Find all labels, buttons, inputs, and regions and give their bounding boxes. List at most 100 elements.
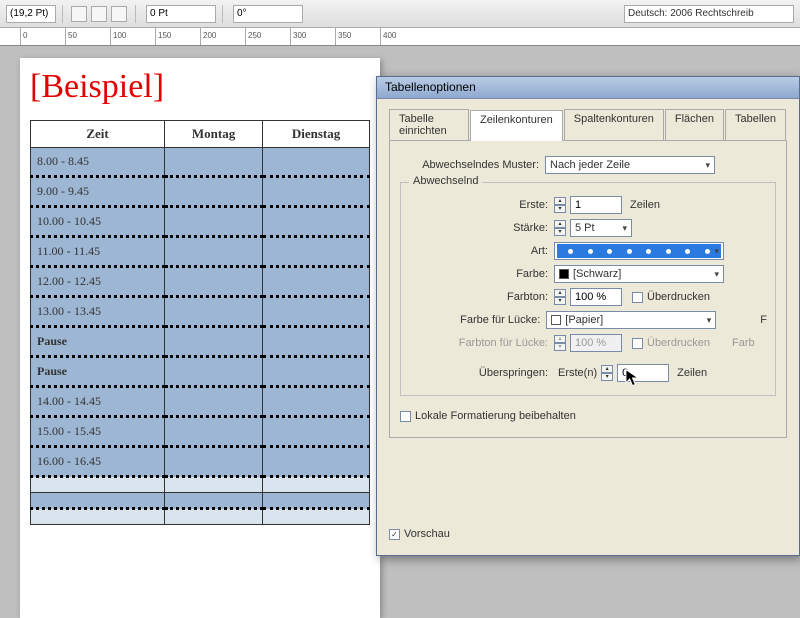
table-cell[interactable]: 15.00 - 15.45 xyxy=(31,417,165,447)
table-cell[interactable] xyxy=(263,509,370,525)
tab-panel-zeilenkonturen: Abwechselndes Muster: Nach jeder Zeile A… xyxy=(389,141,787,438)
alternating-group: Abwechselnd Erste: ▴▾ Zeilen Stärke: ▴▾ xyxy=(400,182,776,396)
staerke-select[interactable]: 5 Pt xyxy=(570,219,632,237)
farbe-label: Farbe: xyxy=(409,268,554,280)
farbe-luecke-swatch xyxy=(551,315,561,325)
table-header: Dienstag xyxy=(263,121,370,148)
table-cell[interactable] xyxy=(165,177,263,207)
table-cell[interactable] xyxy=(263,207,370,237)
table-cell[interactable] xyxy=(165,493,263,509)
table-cell[interactable] xyxy=(31,477,165,493)
document-canvas: [Beispiel] ZeitMontagDienstag 8.00 - 8.4… xyxy=(0,46,800,600)
staerke-label: Stärke: xyxy=(409,222,554,234)
table-cell[interactable] xyxy=(165,148,263,177)
farbton-luecke-input xyxy=(570,334,622,352)
farbton-stepper[interactable]: ▴▾ xyxy=(554,289,566,305)
table-cell[interactable]: 14.00 - 14.45 xyxy=(31,387,165,417)
language-value: Deutsch: 2006 Rechtschreib xyxy=(628,8,754,19)
art-line-style-select[interactable] xyxy=(554,242,724,260)
table-cell[interactable]: 13.00 - 13.45 xyxy=(31,297,165,327)
kerning-input[interactable] xyxy=(146,5,216,23)
right-hint-f: F xyxy=(760,314,767,326)
bold-button[interactable] xyxy=(71,6,87,22)
table-cell[interactable] xyxy=(165,417,263,447)
page: [Beispiel] ZeitMontagDienstag 8.00 - 8.4… xyxy=(20,58,380,618)
tab-tabellen[interactable]: Tabellen xyxy=(725,109,786,140)
table-cell[interactable] xyxy=(165,267,263,297)
table-cell[interactable] xyxy=(263,267,370,297)
table-cell[interactable] xyxy=(165,237,263,267)
farbton-luecke-stepper: ▴▾ xyxy=(554,335,566,351)
erste-unit: Zeilen xyxy=(630,199,660,211)
erste-label: Erste: xyxy=(409,199,554,211)
table-header: Zeit xyxy=(31,121,165,148)
tab-flächen[interactable]: Flächen xyxy=(665,109,724,140)
language-select[interactable]: Deutsch: 2006 Rechtschreib xyxy=(624,5,794,23)
table-header: Montag xyxy=(165,121,263,148)
erste-stepper[interactable]: ▴▾ xyxy=(554,197,566,213)
tab-tabelle-einrichten[interactable]: Tabelle einrichten xyxy=(389,109,469,140)
table-cell[interactable] xyxy=(263,357,370,387)
table-cell[interactable] xyxy=(263,477,370,493)
table-cell[interactable] xyxy=(263,493,370,509)
table-cell[interactable] xyxy=(263,148,370,177)
dialog-tabs: Tabelle einrichtenZeilenkonturenSpaltenk… xyxy=(389,109,787,141)
table-cell[interactable]: Pause xyxy=(31,327,165,357)
farbton-luecke-label: Farbton für Lücke: xyxy=(409,337,554,349)
table-cell[interactable] xyxy=(263,297,370,327)
table-cell[interactable] xyxy=(165,387,263,417)
tab-spaltenkonturen[interactable]: Spaltenkonturen xyxy=(564,109,664,140)
farbton-input[interactable] xyxy=(570,288,622,306)
italic-button[interactable] xyxy=(91,6,107,22)
app-toolbar: Deutsch: 2006 Rechtschreib xyxy=(0,0,800,28)
table-cell[interactable] xyxy=(263,177,370,207)
table-cell[interactable] xyxy=(165,509,263,525)
ueberspringen-label: Überspringen: xyxy=(409,367,554,379)
schedule-table[interactable]: ZeitMontagDienstag 8.00 - 8.459.00 - 9.4… xyxy=(30,120,370,525)
farbe-swatch xyxy=(559,269,569,279)
table-cell[interactable] xyxy=(165,477,263,493)
staerke-stepper[interactable]: ▴▾ xyxy=(554,220,566,236)
underline-button[interactable] xyxy=(111,6,127,22)
table-cell[interactable]: Pause xyxy=(31,357,165,387)
ueberspringen-stepper[interactable]: ▴▾ xyxy=(601,365,613,381)
ueberspringen-unit: Zeilen xyxy=(677,367,707,379)
table-cell[interactable] xyxy=(263,327,370,357)
table-cell[interactable] xyxy=(31,493,165,509)
table-cell[interactable]: 12.00 - 12.45 xyxy=(31,267,165,297)
farbe-select[interactable]: [Schwarz] xyxy=(554,265,724,283)
table-cell[interactable] xyxy=(165,327,263,357)
table-cell[interactable] xyxy=(165,357,263,387)
table-cell[interactable] xyxy=(263,417,370,447)
table-cell[interactable]: 16.00 - 16.45 xyxy=(31,447,165,477)
farbe-luecke-select[interactable]: [Papier] xyxy=(546,311,716,329)
font-size-input[interactable] xyxy=(6,5,56,23)
right-hint-farb: Farb xyxy=(732,337,755,349)
ueberspringen-input[interactable] xyxy=(617,364,669,382)
farbton-label: Farbton: xyxy=(409,291,554,303)
preview-checkbox[interactable]: ✓ Vorschau xyxy=(389,528,450,540)
local-format-checkbox[interactable]: Lokale Formatierung beibehalten xyxy=(400,410,576,422)
overprint-checkbox[interactable]: Überdrucken xyxy=(632,291,710,303)
erste-input[interactable] xyxy=(570,196,622,214)
pattern-select[interactable]: Nach jeder Zeile xyxy=(545,156,715,174)
angle-input[interactable] xyxy=(233,5,303,23)
dialog-title: Tabellenoptionen xyxy=(377,77,799,99)
table-cell[interactable] xyxy=(165,297,263,327)
farbe-luecke-label: Farbe für Lücke: xyxy=(409,314,546,326)
table-cell[interactable] xyxy=(263,387,370,417)
table-cell[interactable]: 9.00 - 9.45 xyxy=(31,177,165,207)
table-cell[interactable] xyxy=(31,509,165,525)
page-title: [Beispiel] xyxy=(30,68,370,106)
table-cell[interactable] xyxy=(263,447,370,477)
table-cell[interactable] xyxy=(263,237,370,267)
table-cell[interactable] xyxy=(165,207,263,237)
table-cell[interactable]: 11.00 - 11.45 xyxy=(31,237,165,267)
table-cell[interactable] xyxy=(165,447,263,477)
overprint-luecke-checkbox: Überdrucken xyxy=(632,337,710,349)
table-options-dialog: Tabellenoptionen Tabelle einrichtenZeile… xyxy=(376,76,800,556)
tab-zeilenkonturen[interactable]: Zeilenkonturen xyxy=(470,110,563,141)
table-cell[interactable]: 8.00 - 8.45 xyxy=(31,148,165,177)
table-cell[interactable]: 10.00 - 10.45 xyxy=(31,207,165,237)
preview-checkbox-box: ✓ xyxy=(389,529,400,540)
